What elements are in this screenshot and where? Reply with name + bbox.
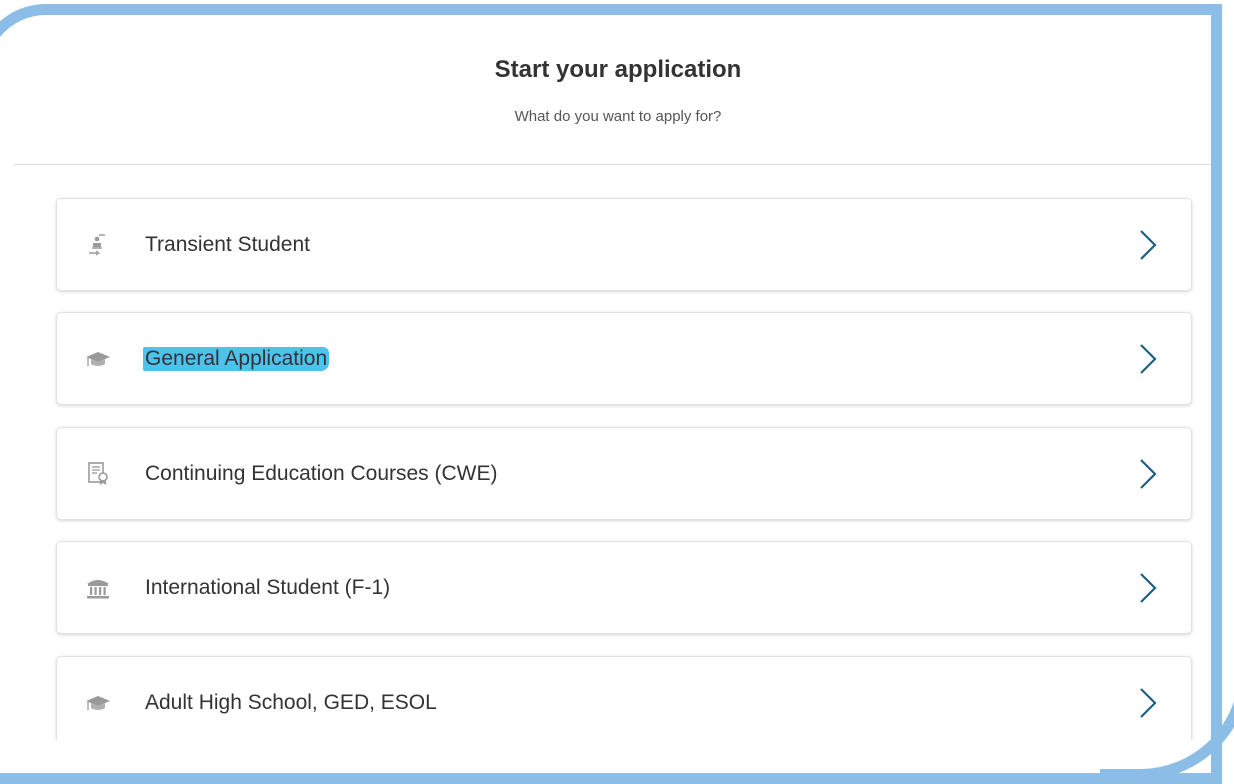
chevron-right-icon <box>1135 456 1161 492</box>
frame-mask <box>0 740 1234 760</box>
graduation-cap-icon <box>85 690 111 716</box>
option-card-general-application[interactable]: General Application <box>56 312 1192 405</box>
option-card-adult-high-school[interactable]: Adult High School, GED, ESOL <box>56 656 1192 744</box>
page-subtitle: What do you want to apply for? <box>514 108 722 125</box>
option-label: Adult High School, GED, ESOL <box>145 691 437 714</box>
institution-building-icon <box>85 575 111 601</box>
application-viewport: Transient Student General Application Co… <box>14 14 1222 744</box>
option-label: Transient Student <box>145 233 310 256</box>
chevron-right-icon <box>1135 227 1161 263</box>
page-title: Start your application <box>494 56 742 83</box>
graduation-cap-icon <box>85 346 111 372</box>
option-label: General Application <box>143 347 330 371</box>
page-header: Start your application What do you want … <box>14 14 1222 165</box>
option-card-transient-student[interactable]: Transient Student <box>56 198 1192 291</box>
chevron-right-icon <box>1135 341 1161 377</box>
option-label: Continuing Education Courses (CWE) <box>145 462 498 485</box>
certificate-icon <box>85 461 111 487</box>
transfer-student-icon <box>85 232 111 258</box>
option-label: International Student (F-1) <box>145 576 391 599</box>
option-card-continuing-education[interactable]: Continuing Education Courses (CWE) <box>56 427 1192 520</box>
option-card-international-student[interactable]: International Student (F-1) <box>56 541 1192 634</box>
